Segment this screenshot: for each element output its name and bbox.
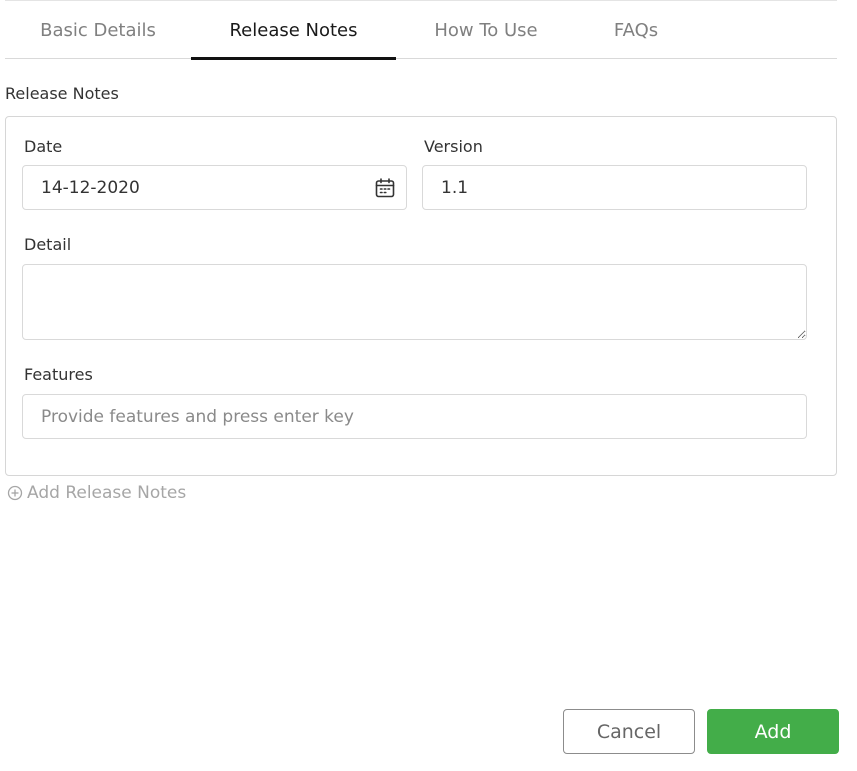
date-label: Date bbox=[24, 137, 63, 156]
section-title: Release Notes bbox=[5, 84, 119, 103]
tab-faqs[interactable]: FAQs bbox=[576, 1, 696, 59]
tab-basic-details[interactable]: Basic Details bbox=[5, 1, 191, 59]
add-release-notes-label: Add Release Notes bbox=[27, 483, 187, 503]
add-release-notes-link[interactable]: Add Release Notes bbox=[7, 481, 186, 505]
release-notes-panel: Date Version Detail Features bbox=[5, 116, 837, 476]
calendar-icon[interactable] bbox=[373, 176, 397, 200]
detail-textarea[interactable] bbox=[22, 264, 807, 340]
features-label: Features bbox=[24, 365, 93, 384]
features-input[interactable] bbox=[22, 394, 807, 439]
date-input[interactable] bbox=[22, 165, 407, 210]
detail-label: Detail bbox=[24, 235, 72, 254]
release-notes-page: Basic Details Release Notes How To Use F… bbox=[0, 0, 857, 771]
tab-bar: Basic Details Release Notes How To Use F… bbox=[5, 0, 837, 60]
plus-circle-icon bbox=[7, 485, 23, 501]
version-label: Version bbox=[424, 137, 483, 156]
cancel-button[interactable]: Cancel bbox=[563, 709, 695, 754]
date-field-wrapper bbox=[22, 165, 407, 210]
add-button[interactable]: Add bbox=[707, 709, 839, 754]
tab-release-notes[interactable]: Release Notes bbox=[191, 1, 396, 60]
tab-how-to-use[interactable]: How To Use bbox=[396, 1, 576, 59]
version-input[interactable] bbox=[422, 165, 807, 210]
